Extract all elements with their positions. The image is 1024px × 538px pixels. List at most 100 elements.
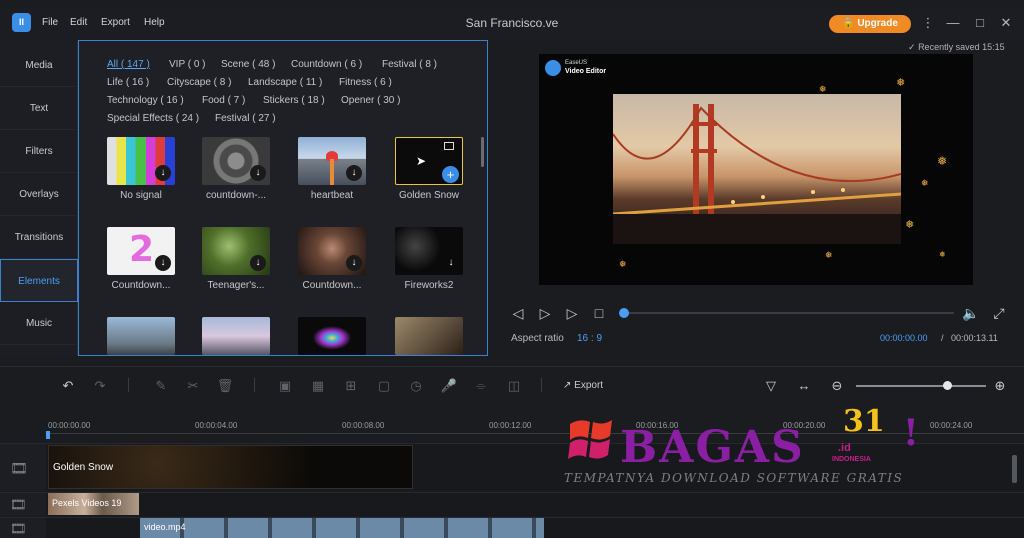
marker-icon[interactable]: ▽: [762, 377, 780, 395]
element-thumb-row3-3[interactable]: [298, 317, 366, 355]
edit-icon[interactable]: ✎: [152, 377, 170, 395]
download-icon[interactable]: ↓: [443, 255, 459, 271]
upgrade-button[interactable]: 🔒 Upgrade: [829, 15, 911, 33]
tab-overlays[interactable]: Overlays: [0, 173, 78, 216]
tab-elements[interactable]: Elements: [0, 259, 78, 302]
category-landscape[interactable]: Landscape ( 11 ): [248, 77, 322, 88]
next-frame-icon[interactable]: ▷: [563, 304, 581, 322]
text-to-speech-icon[interactable]: ◫: [505, 377, 523, 395]
category-scene[interactable]: Scene ( 48 ): [221, 59, 275, 70]
preview-icon[interactable]: [444, 142, 454, 150]
undo-icon[interactable]: ↶: [59, 377, 77, 395]
zoom-in-icon[interactable]: ⊕: [991, 377, 1009, 395]
clip-video-mp4[interactable]: video.mp4: [140, 518, 544, 538]
delete-icon[interactable]: 🗑: [216, 377, 234, 395]
clip-label: Pexels Videos 19: [52, 498, 122, 508]
element-thumb-row3-1[interactable]: [107, 317, 175, 355]
play-icon[interactable]: ▷: [536, 304, 554, 322]
tab-filters[interactable]: Filters: [0, 130, 78, 173]
element-thumb-golden-snow[interactable]: ➤ +: [395, 137, 463, 185]
timeline-scrollbar[interactable]: [1012, 455, 1017, 483]
watermark-country: INDONESIA: [832, 456, 871, 463]
library-scrollbar[interactable]: [481, 137, 484, 167]
element-thumb-countdown-3[interactable]: ↓: [298, 227, 366, 275]
element-thumb-countdown[interactable]: ↓: [202, 137, 270, 185]
snowflake-icon: ❅: [937, 154, 948, 168]
progress-handle[interactable]: [619, 308, 629, 318]
zoom-out-icon[interactable]: ⊖: [828, 377, 846, 395]
element-thumb-fireworks[interactable]: ↓: [395, 227, 463, 275]
category-cityscape[interactable]: Cityscape ( 8 ): [167, 77, 231, 88]
bridge-photo: [613, 94, 901, 244]
category-all[interactable]: All ( 147 ): [107, 59, 150, 70]
minimize-icon[interactable]: —: [945, 15, 961, 31]
element-label: Golden Snow: [398, 190, 460, 201]
download-icon[interactable]: ↓: [346, 255, 362, 271]
cut-icon[interactable]: ✂: [184, 377, 202, 395]
split-icon[interactable]: ⊞: [342, 377, 360, 395]
download-icon[interactable]: ↓: [155, 165, 171, 181]
element-thumb-no-signal[interactable]: ↓: [107, 137, 175, 185]
ruler-tick: 00:00:24.00: [930, 421, 973, 430]
mosaic-icon[interactable]: ▦: [309, 377, 327, 395]
element-thumb-row3-2[interactable]: [202, 317, 270, 355]
volume-icon[interactable]: 🔈: [962, 304, 980, 322]
snowflake-icon: ❅: [619, 259, 627, 269]
redo-icon[interactable]: ↷: [91, 377, 109, 395]
brand-line-1: EaseUS: [565, 60, 588, 66]
add-icon[interactable]: +: [442, 166, 459, 183]
freeze-icon[interactable]: ▢: [375, 377, 393, 395]
clip-golden-snow[interactable]: Golden Snow: [48, 445, 413, 489]
element-thumb-row3-4[interactable]: [395, 317, 463, 355]
playhead[interactable]: [46, 431, 50, 439]
element-label: Teenager's...: [207, 280, 265, 291]
duration-icon[interactable]: ◷: [407, 377, 425, 395]
tab-music[interactable]: Music: [0, 302, 78, 345]
elements-library: All ( 147 ) VIP ( 0 ) Scene ( 48 ) Count…: [78, 40, 488, 356]
category-life[interactable]: Life ( 16 ): [107, 77, 149, 88]
crop-icon[interactable]: ▣: [276, 377, 294, 395]
playback-progress[interactable]: [619, 308, 954, 318]
tab-text[interactable]: Text: [0, 87, 78, 130]
download-icon[interactable]: ↓: [346, 165, 362, 181]
clip-label: video.mp4: [144, 522, 186, 532]
element-thumb-teenagers[interactable]: ↓: [202, 227, 270, 275]
total-time: 00:00:13.11: [951, 333, 998, 343]
clip-pexels-video[interactable]: Pexels Videos 19: [48, 493, 139, 515]
category-stickers[interactable]: Stickers ( 18 ): [263, 95, 325, 106]
fit-timeline-icon[interactable]: ↔: [795, 377, 813, 395]
close-icon[interactable]: ✕: [998, 15, 1014, 31]
maximize-icon[interactable]: □: [972, 15, 988, 31]
zoom-handle[interactable]: [943, 381, 952, 390]
category-festival-2[interactable]: Festival ( 27 ): [215, 113, 276, 124]
element-thumb-countdown-2[interactable]: 2 ↓: [107, 227, 175, 275]
category-special-effects[interactable]: Special Effects ( 24 ): [107, 113, 199, 124]
category-fitness[interactable]: Fitness ( 6 ): [339, 77, 392, 88]
pip-track: 🎞: [0, 492, 1024, 516]
download-icon[interactable]: ↓: [250, 255, 266, 271]
bridge-silhouette: [613, 104, 901, 244]
zoom-slider[interactable]: [856, 381, 986, 390]
snowflake-icon: ❅: [896, 77, 906, 89]
category-countdown[interactable]: Countdown ( 6 ): [291, 59, 362, 70]
download-icon[interactable]: ↓: [250, 165, 266, 181]
speech-to-text-icon[interactable]: ⌯: [472, 377, 490, 395]
category-technology[interactable]: Technology ( 16 ): [107, 95, 184, 106]
fullscreen-icon[interactable]: ⤢: [990, 304, 1008, 322]
brand-logo-icon: [545, 60, 561, 76]
video-preview[interactable]: EaseUS Video Editor ❅ ❅ ❅ ❅ ❅ ❅ ❅ ❅: [539, 54, 973, 285]
tab-transitions[interactable]: Transitions: [0, 216, 78, 259]
voiceover-icon[interactable]: 🎤: [440, 377, 458, 395]
export-button[interactable]: ↗ Export: [563, 377, 633, 395]
more-menu-icon[interactable]: ⋮: [920, 15, 936, 31]
category-vip[interactable]: VIP ( 0 ): [169, 59, 206, 70]
stop-icon[interactable]: □: [590, 304, 608, 322]
category-opener[interactable]: Opener ( 30 ): [341, 95, 400, 106]
prev-frame-icon[interactable]: ◁: [509, 304, 527, 322]
category-food[interactable]: Food ( 7 ): [202, 95, 245, 106]
element-thumb-heartbeat[interactable]: ↓: [298, 137, 366, 185]
category-festival[interactable]: Festival ( 8 ): [382, 59, 437, 70]
aspect-ratio-value[interactable]: 16 : 9: [577, 333, 602, 344]
tab-media[interactable]: Media: [0, 44, 78, 87]
download-icon[interactable]: ↓: [155, 255, 171, 271]
